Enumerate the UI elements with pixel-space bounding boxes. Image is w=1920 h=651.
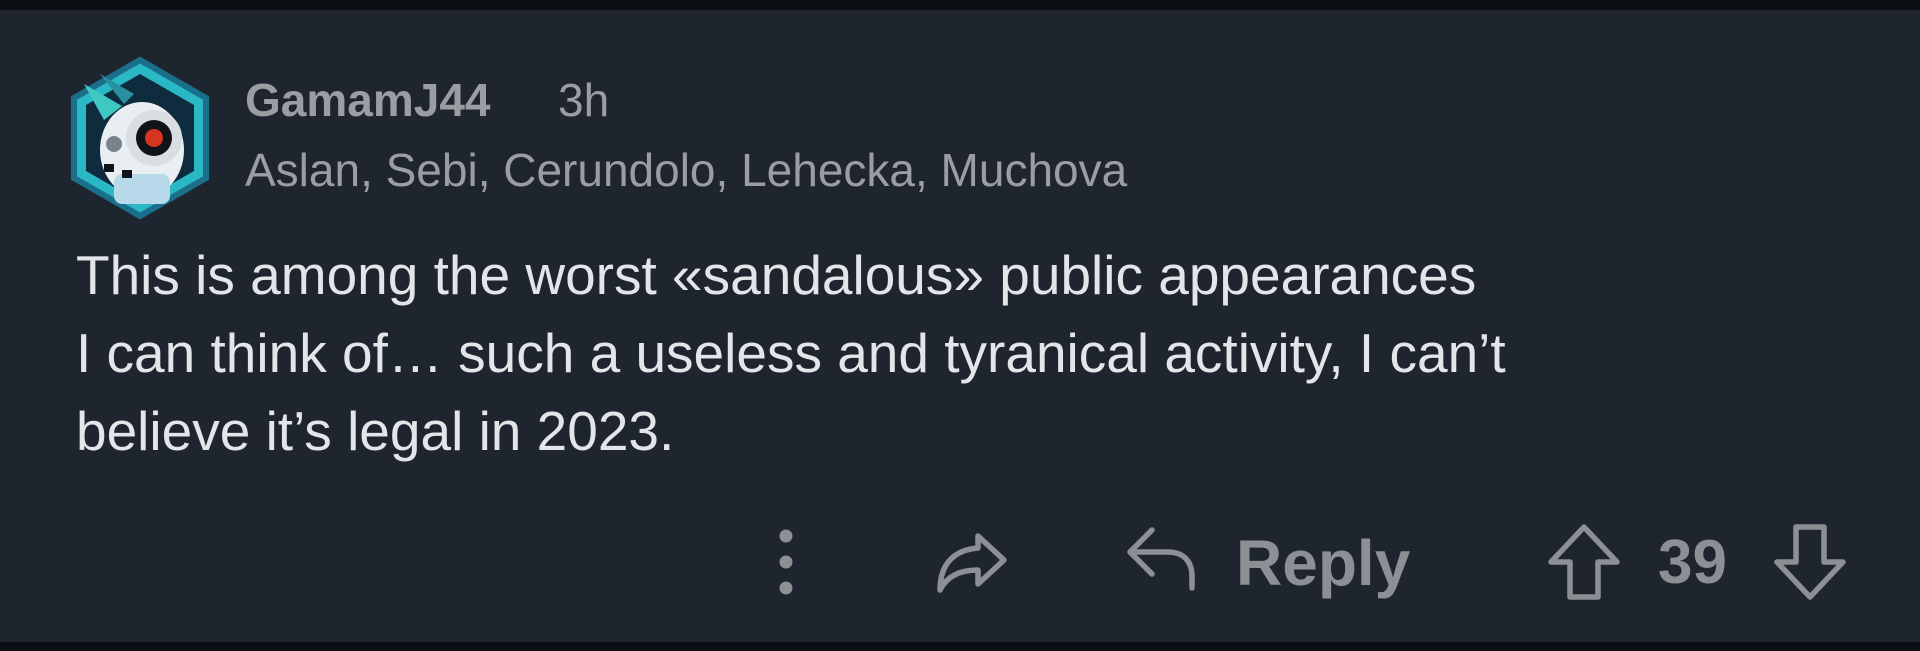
top-edge	[0, 0, 1920, 10]
bottom-edge	[0, 642, 1920, 651]
robot-avatar-icon[interactable]	[64, 54, 216, 222]
downvote-arrow-icon[interactable]	[1772, 522, 1848, 602]
comment-body-line: I can think of… such a useless and tyran…	[76, 322, 1506, 384]
user-flair: Aslan, Sebi, Cerundolo, Lehecka, Muchova	[245, 144, 1128, 196]
comment-body-line: believe it’s legal in 2023.	[76, 400, 675, 462]
vertical-dots-icon[interactable]	[766, 526, 806, 598]
comment-actions: Reply 39	[0, 510, 1920, 620]
comment-body: This is among the worst «sandalous» publ…	[76, 236, 1856, 470]
comment-body-line: This is among the worst «sandalous» publ…	[76, 244, 1477, 306]
username[interactable]: GamamJ44	[245, 72, 491, 128]
vote-score: 39	[1658, 528, 1727, 597]
share-arrow-icon[interactable]	[934, 528, 1010, 596]
comment-card: GamamJ44 3h Aslan, Sebi, Cerundolo, Lehe…	[0, 10, 1920, 642]
timestamp: 3h	[558, 74, 610, 126]
reply-button[interactable]: Reply	[1236, 526, 1410, 600]
reply-arrow-icon[interactable]	[1124, 524, 1198, 594]
upvote-arrow-icon[interactable]	[1546, 522, 1622, 602]
